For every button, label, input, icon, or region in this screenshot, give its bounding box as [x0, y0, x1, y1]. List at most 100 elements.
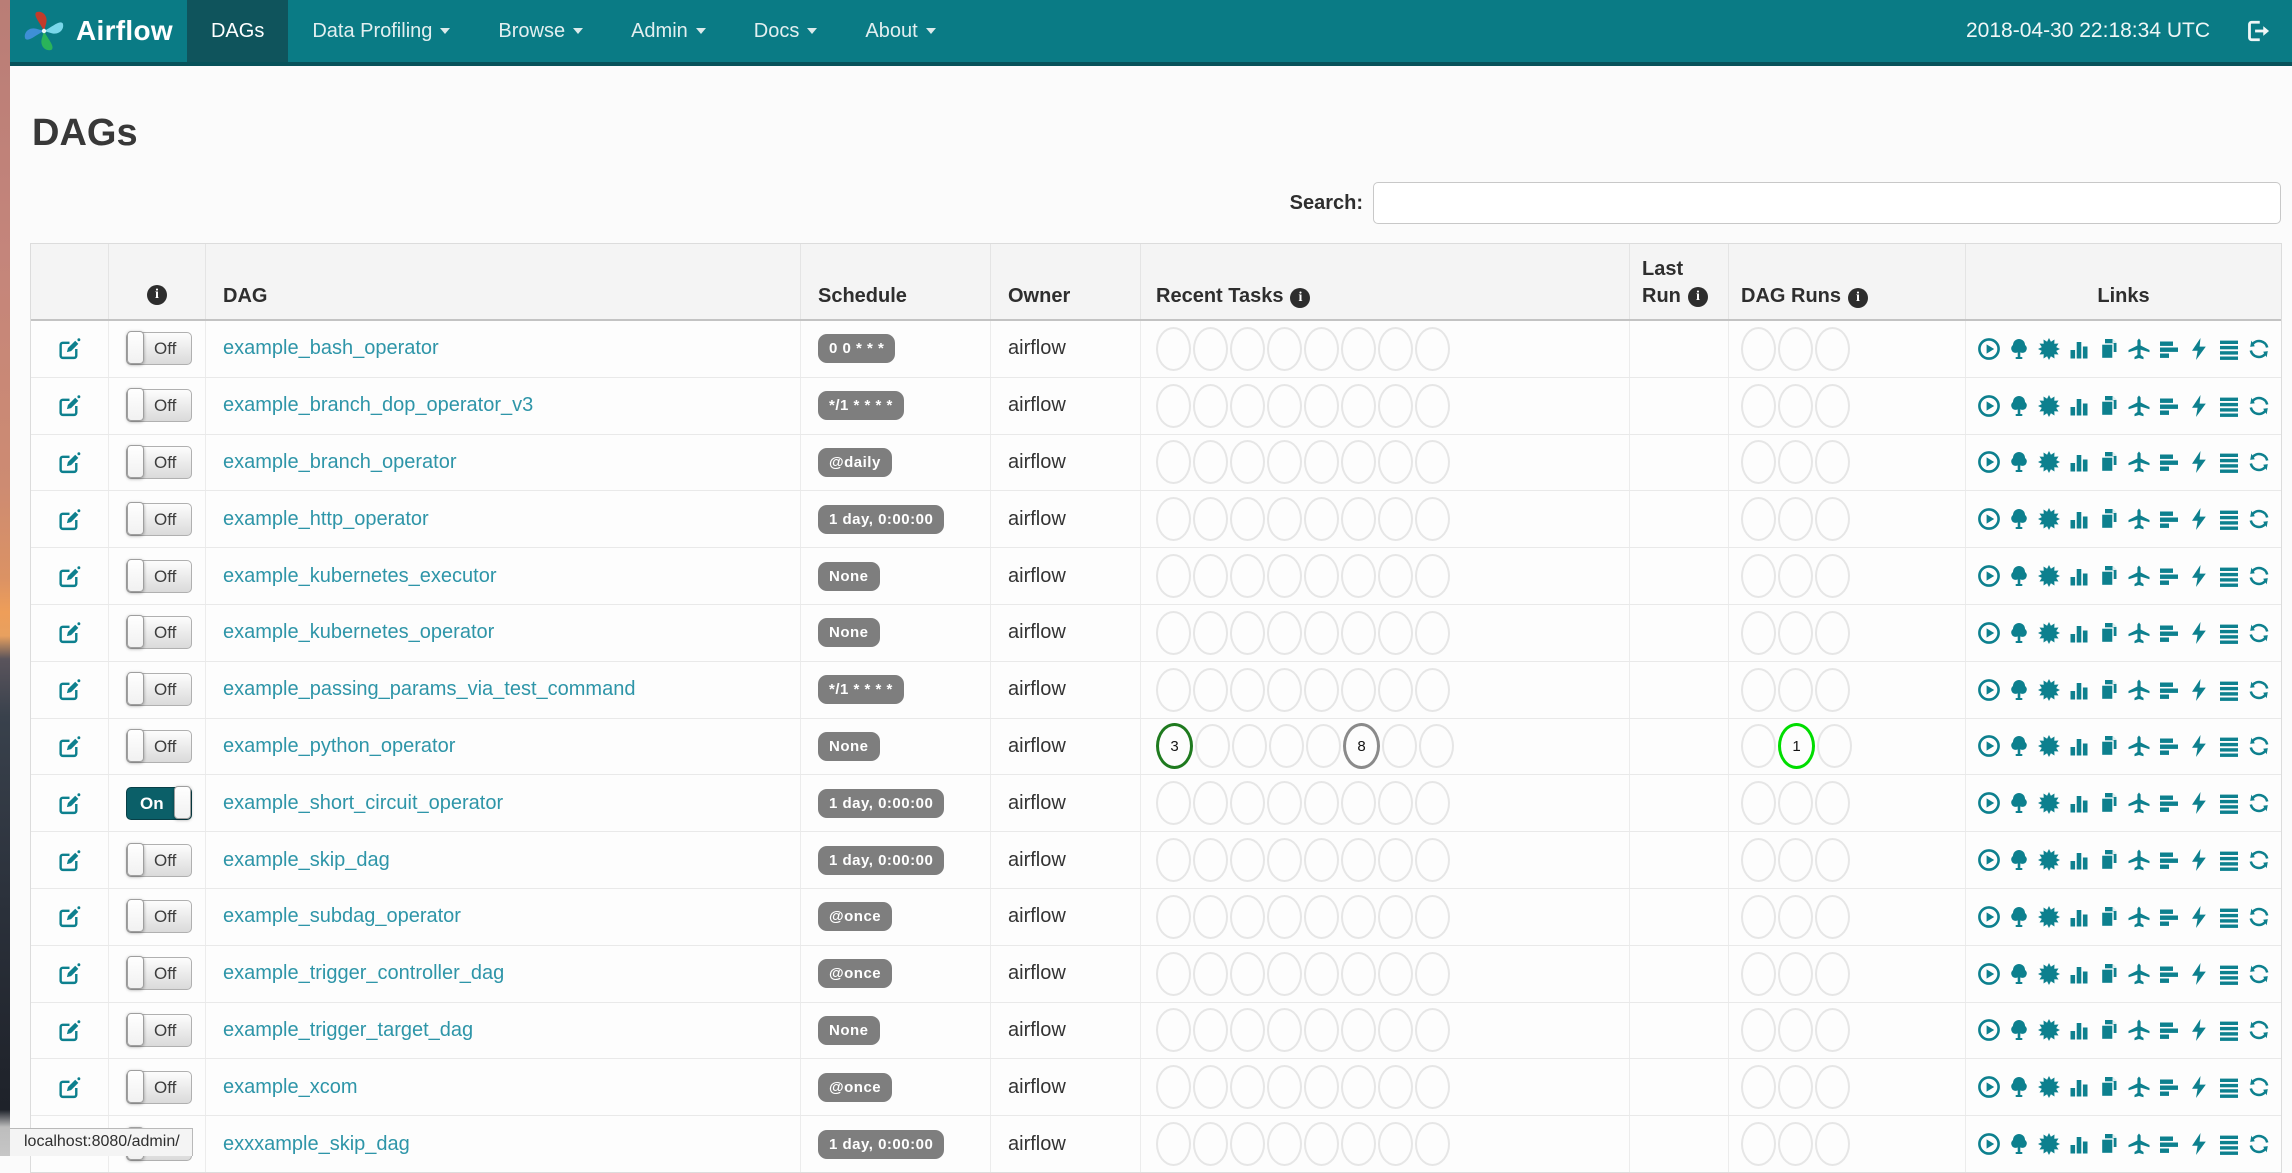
gantt-icon[interactable] [2157, 336, 2181, 362]
task-tries-icon[interactable] [2097, 904, 2121, 930]
landing-times-icon[interactable] [2127, 1074, 2151, 1100]
edit-dag-icon[interactable] [57, 620, 82, 645]
tree-view-icon[interactable] [2007, 1131, 2031, 1157]
dag-link[interactable]: example_subdag_operator [223, 905, 461, 928]
logs-icon[interactable] [2217, 336, 2241, 362]
trigger-dag-icon[interactable] [1977, 847, 2001, 873]
refresh-icon[interactable] [2247, 336, 2271, 362]
gantt-icon[interactable] [2157, 506, 2181, 532]
tree-view-icon[interactable] [2007, 847, 2031, 873]
trigger-dag-icon[interactable] [1977, 393, 2001, 419]
graph-view-icon[interactable] [2037, 563, 2061, 589]
dag-link[interactable]: example_kubernetes_operator [223, 621, 494, 644]
dag-link[interactable]: example_short_circuit_operator [223, 792, 503, 815]
tree-view-icon[interactable] [2007, 1017, 2031, 1043]
tree-view-icon[interactable] [2007, 336, 2031, 362]
code-view-icon[interactable] [2187, 1131, 2211, 1157]
logs-icon[interactable] [2217, 620, 2241, 646]
task-duration-icon[interactable] [2067, 449, 2091, 475]
dag-link[interactable]: exxxample_skip_dag [223, 1133, 410, 1156]
dag-link[interactable]: example_branch_operator [223, 451, 457, 474]
dag-pause-toggle[interactable]: Off [126, 558, 192, 593]
state-circle[interactable]: 1 [1778, 723, 1815, 770]
trigger-dag-icon[interactable] [1977, 620, 2001, 646]
task-duration-icon[interactable] [2067, 904, 2091, 930]
gantt-icon[interactable] [2157, 904, 2181, 930]
task-tries-icon[interactable] [2097, 1074, 2121, 1100]
dag-pause-toggle[interactable]: Off [126, 842, 192, 877]
edit-dag-icon[interactable] [57, 734, 82, 759]
graph-view-icon[interactable] [2037, 847, 2061, 873]
task-duration-icon[interactable] [2067, 563, 2091, 589]
edit-dag-icon[interactable] [57, 904, 82, 929]
graph-view-icon[interactable] [2037, 1074, 2061, 1100]
code-view-icon[interactable] [2187, 393, 2211, 419]
code-view-icon[interactable] [2187, 563, 2211, 589]
graph-view-icon[interactable] [2037, 790, 2061, 816]
code-view-icon[interactable] [2187, 1074, 2211, 1100]
landing-times-icon[interactable] [2127, 1131, 2151, 1157]
gantt-icon[interactable] [2157, 449, 2181, 475]
edit-dag-icon[interactable] [57, 791, 82, 816]
tree-view-icon[interactable] [2007, 733, 2031, 759]
logs-icon[interactable] [2217, 847, 2241, 873]
landing-times-icon[interactable] [2127, 449, 2151, 475]
dag-link[interactable]: example_http_operator [223, 508, 429, 531]
logs-icon[interactable] [2217, 733, 2241, 759]
nav-item-about[interactable]: About [841, 0, 959, 62]
code-view-icon[interactable] [2187, 790, 2211, 816]
gantt-icon[interactable] [2157, 961, 2181, 987]
trigger-dag-icon[interactable] [1977, 1131, 2001, 1157]
trigger-dag-icon[interactable] [1977, 506, 2001, 532]
logs-icon[interactable] [2217, 904, 2241, 930]
refresh-icon[interactable] [2247, 563, 2271, 589]
task-duration-icon[interactable] [2067, 336, 2091, 362]
graph-view-icon[interactable] [2037, 506, 2061, 532]
code-view-icon[interactable] [2187, 961, 2211, 987]
dag-pause-toggle[interactable]: Off [126, 331, 192, 366]
code-view-icon[interactable] [2187, 506, 2211, 532]
graph-view-icon[interactable] [2037, 620, 2061, 646]
search-input[interactable] [1373, 182, 2281, 224]
graph-view-icon[interactable] [2037, 336, 2061, 362]
dag-pause-toggle[interactable]: On [126, 785, 192, 820]
task-duration-icon[interactable] [2067, 620, 2091, 646]
dag-pause-toggle[interactable]: Off [126, 728, 192, 763]
gantt-icon[interactable] [2157, 847, 2181, 873]
task-duration-icon[interactable] [2067, 847, 2091, 873]
refresh-icon[interactable] [2247, 904, 2271, 930]
code-view-icon[interactable] [2187, 904, 2211, 930]
gantt-icon[interactable] [2157, 563, 2181, 589]
trigger-dag-icon[interactable] [1977, 563, 2001, 589]
code-view-icon[interactable] [2187, 620, 2211, 646]
landing-times-icon[interactable] [2127, 1017, 2151, 1043]
code-view-icon[interactable] [2187, 449, 2211, 475]
trigger-dag-icon[interactable] [1977, 904, 2001, 930]
refresh-icon[interactable] [2247, 1074, 2271, 1100]
refresh-icon[interactable] [2247, 506, 2271, 532]
dag-link[interactable]: example_trigger_controller_dag [223, 962, 504, 985]
tree-view-icon[interactable] [2007, 961, 2031, 987]
code-view-icon[interactable] [2187, 733, 2211, 759]
nav-item-admin[interactable]: Admin [607, 0, 730, 62]
edit-dag-icon[interactable] [57, 450, 82, 475]
tree-view-icon[interactable] [2007, 790, 2031, 816]
task-tries-icon[interactable] [2097, 449, 2121, 475]
code-view-icon[interactable] [2187, 677, 2211, 703]
task-duration-icon[interactable] [2067, 506, 2091, 532]
task-duration-icon[interactable] [2067, 733, 2091, 759]
nav-item-dags[interactable]: DAGs [186, 0, 289, 62]
landing-times-icon[interactable] [2127, 393, 2151, 419]
landing-times-icon[interactable] [2127, 620, 2151, 646]
dag-pause-toggle[interactable]: Off [126, 956, 192, 991]
gantt-icon[interactable] [2157, 790, 2181, 816]
landing-times-icon[interactable] [2127, 961, 2151, 987]
tree-view-icon[interactable] [2007, 677, 2031, 703]
landing-times-icon[interactable] [2127, 336, 2151, 362]
edit-dag-icon[interactable] [57, 848, 82, 873]
code-view-icon[interactable] [2187, 336, 2211, 362]
trigger-dag-icon[interactable] [1977, 1017, 2001, 1043]
tree-view-icon[interactable] [2007, 506, 2031, 532]
refresh-icon[interactable] [2247, 449, 2271, 475]
task-tries-icon[interactable] [2097, 790, 2121, 816]
